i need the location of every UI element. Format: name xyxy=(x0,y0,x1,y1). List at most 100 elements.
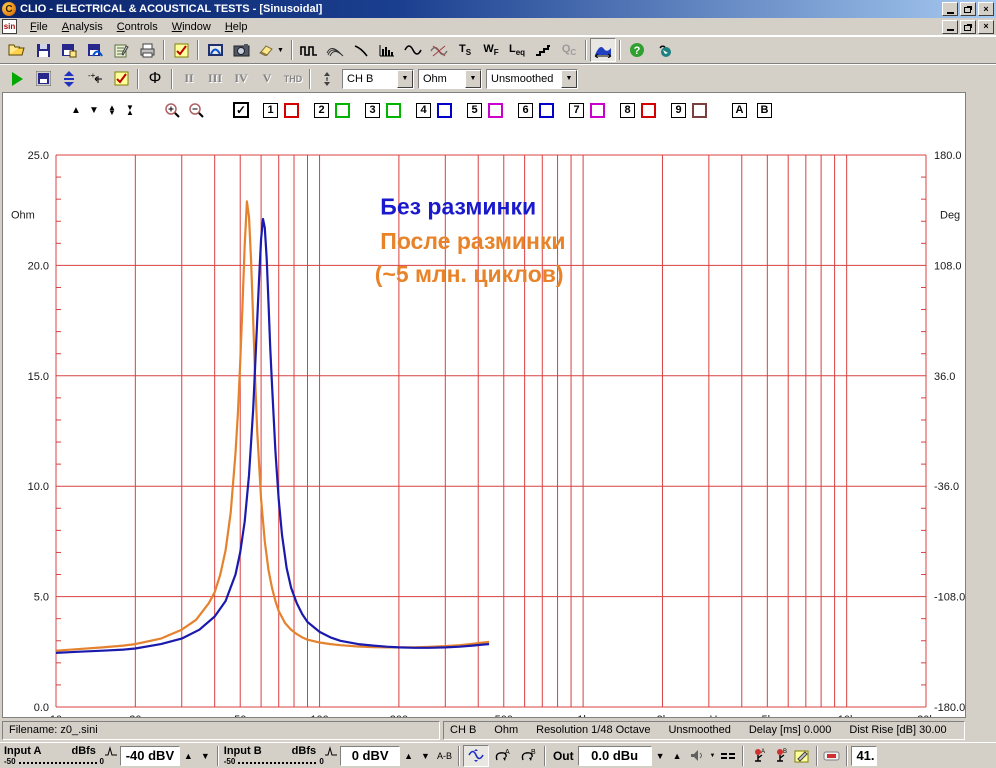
erase-button[interactable]: ▼ xyxy=(254,38,288,62)
overlay-5-button[interactable]: 5 xyxy=(467,102,482,118)
dc-output-button[interactable] xyxy=(717,746,739,766)
x-tick-label: 20k xyxy=(917,714,935,717)
samplerate-display: 41. xyxy=(851,745,878,766)
loop-a-button[interactable]: A xyxy=(489,744,515,768)
eraser-dropdown-icon[interactable]: ▼ xyxy=(277,47,284,54)
decay-button[interactable] xyxy=(348,38,374,62)
out-up-button[interactable]: ▲ xyxy=(669,751,686,761)
overlay-1-checkbox[interactable] xyxy=(284,102,299,118)
y-right-tick-label: 36.0 xyxy=(934,371,955,383)
unit-select[interactable]: Ohm ▼ xyxy=(418,68,482,89)
clio-window: C CLIO - ELECTRICAL & ACOUSTICAL TESTS -… xyxy=(0,0,996,768)
overlay-4-button[interactable]: 4 xyxy=(416,102,431,118)
open-button[interactable] xyxy=(4,38,30,62)
zoom-in-button[interactable] xyxy=(163,101,181,119)
scale-down-button[interactable]: ▼ xyxy=(85,101,103,119)
menu-controls[interactable]: Controls xyxy=(110,19,165,35)
close-icon[interactable]: × xyxy=(978,2,994,16)
input-a-sensitivity[interactable]: -40 dBV xyxy=(119,745,180,766)
overlay-7-checkbox[interactable] xyxy=(590,102,605,118)
input-b-up-button[interactable]: ▲ xyxy=(400,751,417,761)
menu-help[interactable]: Help xyxy=(218,19,255,35)
hardware-settings-button[interactable] xyxy=(791,746,813,766)
overlay-2-checkbox[interactable] xyxy=(335,102,350,118)
menu-file[interactable]: File xyxy=(23,19,55,35)
sinusoidal-active-button[interactable] xyxy=(590,38,616,62)
phase-button[interactable]: Φ xyxy=(142,67,168,91)
ts-params-button[interactable]: TS xyxy=(452,38,478,62)
mls-button[interactable] xyxy=(296,38,322,62)
waterfall-button[interactable] xyxy=(322,38,348,62)
options-checkbox-button[interactable] xyxy=(168,38,194,62)
menu-window[interactable]: Window xyxy=(165,19,218,35)
leq-button[interactable]: Leq xyxy=(504,38,530,62)
overlay-2-button[interactable]: 2 xyxy=(314,102,329,118)
generator-loop-button[interactable] xyxy=(462,744,489,767)
divider-button[interactable] xyxy=(314,67,340,91)
overlay-5-checkbox[interactable] xyxy=(488,102,503,118)
input-a-down-button[interactable]: ▼ xyxy=(197,751,214,761)
context-help-button[interactable]: ? xyxy=(650,38,676,62)
save-curve-button[interactable] xyxy=(82,38,108,62)
smoothing-select[interactable]: Unsmoothed ▼ xyxy=(486,68,578,89)
monitor-speaker-button[interactable] xyxy=(685,746,707,766)
overlay-8-checkbox[interactable] xyxy=(641,102,656,118)
restore-icon[interactable] xyxy=(960,2,976,16)
print-button[interactable] xyxy=(134,38,160,62)
camera-button[interactable] xyxy=(228,38,254,62)
minimize-icon[interactable] xyxy=(942,2,958,16)
expand-scale-button[interactable]: ▲ ▼ xyxy=(103,101,121,119)
overlay-3-button[interactable]: 3 xyxy=(365,102,380,118)
child-close-icon[interactable]: × xyxy=(978,19,994,34)
zoom-out-button[interactable] xyxy=(187,101,205,119)
calibration-button[interactable]: -+ xyxy=(82,67,108,91)
menu-analysis[interactable]: Analysis xyxy=(55,19,110,35)
child-minimize-icon[interactable] xyxy=(942,19,958,34)
input-b-down-button[interactable]: ▼ xyxy=(417,751,434,761)
save-data-button[interactable] xyxy=(56,38,82,62)
overlay-7-button[interactable]: 7 xyxy=(569,102,584,118)
sinusoidal-button[interactable] xyxy=(400,38,426,62)
input-a-up-button[interactable]: ▲ xyxy=(180,751,197,761)
svg-text:?: ? xyxy=(634,45,641,57)
settings-checkbox-button[interactable] xyxy=(108,67,134,91)
overlay-8-button[interactable]: 8 xyxy=(620,102,635,118)
loop-b-button[interactable]: B xyxy=(515,744,541,768)
overlay-6-button[interactable]: 6 xyxy=(518,102,533,118)
scale-up-button[interactable]: ▲ xyxy=(67,101,85,119)
wavefile-button[interactable]: WF xyxy=(478,38,504,62)
overlay-9-checkbox[interactable] xyxy=(692,102,707,118)
overlay-6-checkbox[interactable] xyxy=(539,102,554,118)
meter-scale xyxy=(18,760,97,764)
go-button[interactable] xyxy=(4,67,30,91)
mic-a-button[interactable]: A xyxy=(747,746,769,766)
autoscale-button[interactable] xyxy=(56,67,82,91)
printer-icon xyxy=(140,43,154,57)
out-down-button[interactable]: ▼ xyxy=(652,751,669,761)
notes-button[interactable] xyxy=(108,38,134,62)
compress-scale-button[interactable]: ▼ ▲ xyxy=(121,101,139,119)
link-ab-label[interactable]: A-B xyxy=(434,751,455,761)
overlay-1-button[interactable]: 1 xyxy=(263,102,278,118)
x-tick-label: 50 xyxy=(234,714,246,717)
help-button[interactable]: ? xyxy=(624,38,650,62)
child-restore-icon[interactable] xyxy=(960,19,976,34)
steps-button[interactable] xyxy=(530,38,556,62)
channel-select[interactable]: CH B ▼ xyxy=(342,68,414,89)
overlay-3-checkbox[interactable] xyxy=(386,102,401,118)
overlay-b-button[interactable]: B xyxy=(757,102,772,118)
store-button[interactable] xyxy=(30,67,56,91)
qc-button[interactable]: QC xyxy=(556,38,582,62)
sine-off-button[interactable] xyxy=(426,38,452,62)
overlay-4-checkbox[interactable] xyxy=(437,102,452,118)
mic-b-button[interactable]: B xyxy=(769,746,791,766)
rta-button[interactable] xyxy=(374,38,400,62)
speaker-dropdown-icon[interactable]: ▼ xyxy=(707,753,717,759)
overlay-a-button[interactable]: A xyxy=(732,102,747,118)
input-b-sensitivity[interactable]: 0 dBV xyxy=(340,745,401,766)
main-curve-checkbox[interactable]: ✓ xyxy=(233,102,249,118)
output-level[interactable]: 0.0 dBu xyxy=(577,745,652,766)
movie-button[interactable] xyxy=(202,38,228,62)
overlay-9-button[interactable]: 9 xyxy=(671,102,686,118)
save-button[interactable] xyxy=(30,38,56,62)
